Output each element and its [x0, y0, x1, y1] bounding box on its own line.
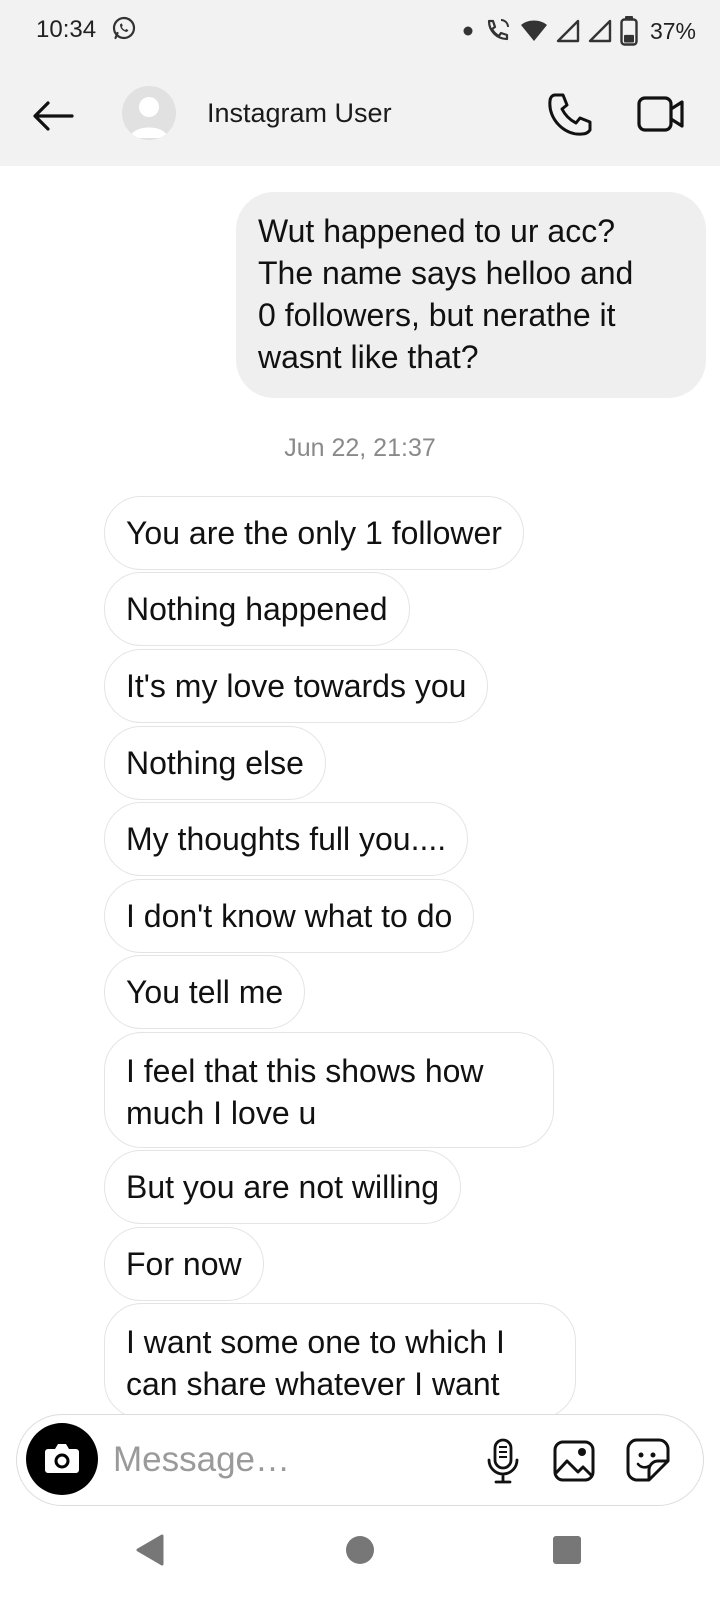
arrow-left-icon[interactable]	[28, 90, 78, 140]
chat-title[interactable]: Instagram User	[207, 98, 392, 129]
received-message[interactable]: I want some one to which I can share wha…	[104, 1303, 576, 1414]
message-line: You are the only 1 follower	[126, 515, 502, 551]
received-message[interactable]: Nothing else	[104, 726, 326, 800]
signal-icon	[556, 19, 580, 43]
received-message[interactable]: My thoughts full you....	[104, 802, 469, 876]
received-message[interactable]: You tell me	[104, 955, 306, 1029]
message-line: I don't know what to do	[126, 898, 453, 934]
status-time: 10:34	[36, 16, 97, 43]
message-line: But you are not willing	[126, 1169, 440, 1205]
received-message[interactable]: It's my love towards you	[104, 649, 489, 723]
message-line: I want some one to which I	[126, 1324, 505, 1360]
received-message[interactable]: For now	[104, 1227, 264, 1301]
message-input[interactable]	[113, 1435, 453, 1485]
avatar[interactable]	[122, 86, 176, 140]
message-line: 0 followers, but nerathe it	[258, 297, 616, 333]
message-line: You tell me	[126, 974, 284, 1010]
message-timestamp: Jun 22, 21:37	[284, 434, 436, 462]
message-line: The name says helloo and	[258, 255, 634, 291]
received-message[interactable]: Nothing happened	[104, 572, 410, 646]
phone-icon[interactable]	[546, 90, 594, 138]
message-line: Wut happened to ur acc?	[258, 213, 615, 249]
sticker-icon[interactable]	[625, 1437, 671, 1483]
message-line: wasnt like that?	[258, 339, 479, 375]
message-line: Nothing else	[126, 745, 304, 781]
wifi-call-icon	[487, 19, 509, 41]
received-message[interactable]: But you are not willing	[104, 1150, 462, 1224]
microphone-icon[interactable]	[483, 1437, 523, 1485]
camera-icon	[45, 1444, 79, 1473]
message-composer	[16, 1414, 704, 1506]
message-thread[interactable]: Wut happened to ur acc? The name says he…	[0, 166, 720, 1414]
battery-percent: 37%	[649, 17, 696, 44]
video-camera-icon[interactable]	[636, 92, 686, 136]
message-line: It's my love towards you	[126, 668, 467, 704]
system-nav-bar	[0, 1506, 720, 1600]
camera-button[interactable]	[26, 1423, 98, 1495]
battery-icon	[620, 16, 638, 46]
message-line: For now	[126, 1246, 242, 1282]
nav-home-icon[interactable]	[346, 1536, 374, 1564]
whatsapp-notification-icon	[112, 16, 136, 40]
gallery-icon[interactable]	[552, 1439, 596, 1483]
default-avatar-icon	[130, 97, 168, 138]
message-line: My thoughts full you....	[126, 821, 447, 857]
message-line: much I love u	[126, 1095, 317, 1131]
received-message[interactable]: You are the only 1 follower	[104, 496, 524, 570]
message-line: can share whatever I want	[126, 1366, 500, 1402]
nav-recents-icon[interactable]	[553, 1536, 581, 1564]
message-line: Nothing happened	[126, 591, 388, 627]
signal-icon	[588, 19, 612, 43]
received-message[interactable]: I don't know what to do	[104, 879, 475, 953]
sent-message[interactable]: Wut happened to ur acc? The name says he…	[236, 192, 706, 398]
status-icons: 37%	[462, 14, 696, 48]
dot-icon	[463, 26, 473, 36]
nav-back-icon[interactable]	[134, 1534, 164, 1566]
received-message[interactable]: I feel that this shows how much I love u	[104, 1032, 554, 1148]
status-bar: 10:34 37%	[0, 0, 720, 64]
message-line: I feel that this shows how	[126, 1053, 484, 1089]
wifi-icon	[520, 20, 547, 41]
chat-header: Instagram User	[0, 64, 720, 166]
